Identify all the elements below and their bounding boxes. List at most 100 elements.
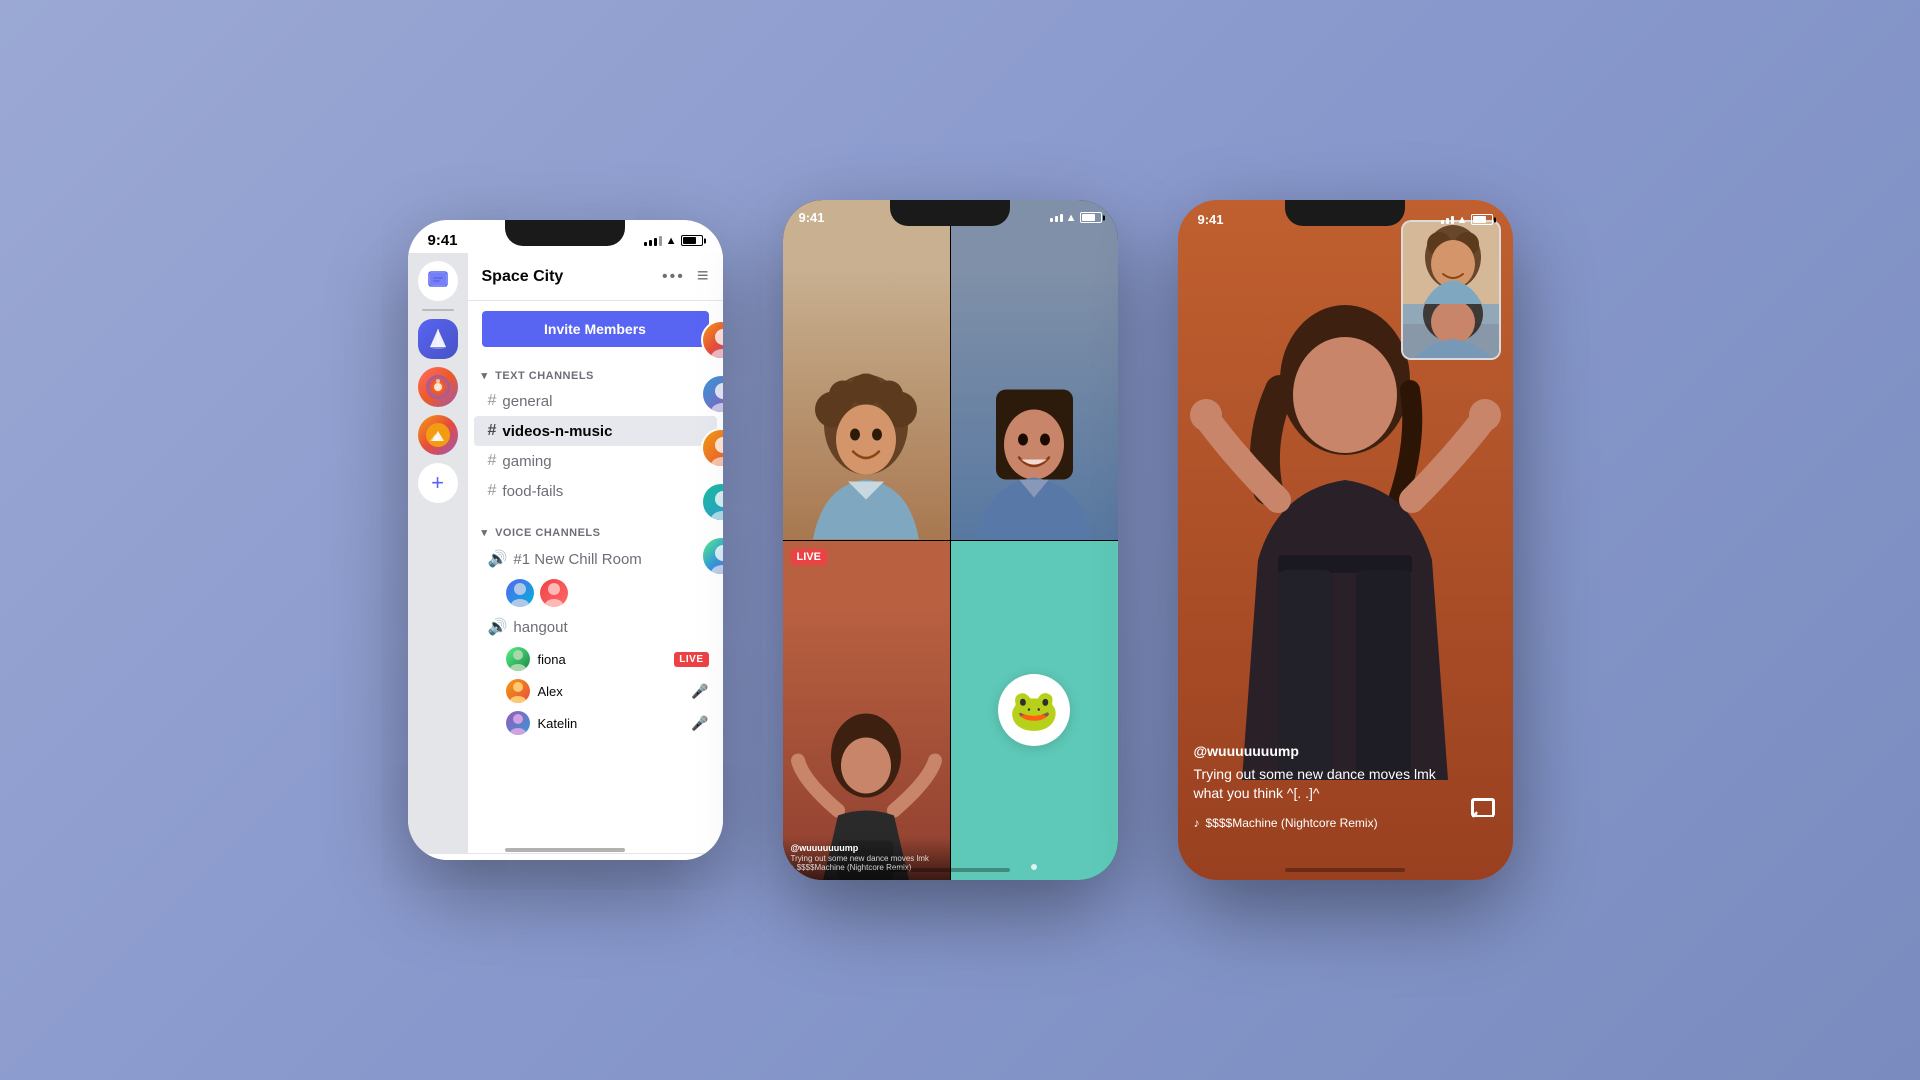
alex-name: Alex	[538, 684, 563, 699]
server-sidebar: +	[408, 253, 468, 853]
channel-hash-icon-2: #	[488, 422, 497, 440]
full-video-bg: 9:41 ▲	[1178, 200, 1513, 880]
video-cell-woman2	[951, 200, 1118, 540]
server-name: Space City	[482, 268, 564, 286]
channel-general-name: general	[502, 393, 552, 410]
p2-bar-1	[1050, 218, 1053, 222]
signal-bar-4	[659, 236, 662, 246]
katelin-info: Katelin	[506, 711, 578, 735]
video-cell-woman1	[783, 200, 950, 540]
phone-3: 9:41 ▲	[1178, 200, 1513, 880]
p3-battery	[1471, 214, 1493, 225]
p2-wifi: ▲	[1066, 212, 1077, 224]
p2-battery-fill	[1082, 214, 1096, 221]
speaker-icon-2: 🔊	[488, 617, 508, 637]
phone-2: 9:41 ▲	[783, 200, 1118, 880]
signal-bars	[644, 236, 662, 246]
p3-battery-fill	[1473, 216, 1487, 223]
wifi-icon: ▲	[666, 235, 677, 247]
member-fiona: fiona LIVE	[468, 643, 723, 675]
phone-1-time: 9:41	[428, 232, 458, 249]
music-note-icon: ♪	[1194, 816, 1200, 830]
channel-hash-icon-3: #	[488, 452, 497, 470]
p3-signal	[1441, 216, 1454, 224]
p3-bar-3	[1451, 216, 1454, 224]
battery-icon	[681, 235, 703, 246]
video-call-grid: LIVE @wuuuuuuump Trying out some new dan…	[783, 200, 1118, 880]
channel-food-fails-name: food-fails	[502, 483, 563, 500]
chill-member-2-avatar	[540, 579, 568, 607]
video-cell-woman3: LIVE @wuuuuuuump Trying out some new dan…	[783, 541, 950, 881]
chill-room-avatars	[468, 575, 723, 611]
phone-3-screen: 9:41 ▲	[1178, 200, 1513, 880]
phone-1: 9:41 ▲	[408, 220, 723, 860]
add-server-button[interactable]: +	[418, 463, 458, 503]
phone-2-home-indicator	[890, 868, 1010, 872]
speaker-icon: 🔊	[488, 549, 508, 569]
alex-avatar	[506, 679, 530, 703]
phone-1-status-icons: ▲	[644, 235, 703, 247]
more-options-icon[interactable]: •••	[662, 268, 685, 286]
p3-bar-1	[1441, 220, 1444, 224]
phone-1-home-indicator	[505, 848, 625, 852]
p2-battery	[1080, 212, 1102, 223]
chill-room-name: #1 New Chill Room	[513, 551, 641, 568]
server-icon-sail[interactable]	[418, 319, 458, 359]
fiona-live-badge: LIVE	[674, 652, 708, 667]
phone-2-time: 9:41	[799, 210, 825, 225]
server-icon-mountain[interactable]	[418, 415, 458, 455]
channel-videos-n-music[interactable]: # videos-n-music	[474, 416, 717, 446]
text-channels-chevron: ▾	[482, 370, 488, 382]
signal-bar-2	[649, 240, 652, 246]
p3-caption: Trying out some new dance moves lmk what…	[1194, 765, 1453, 804]
video-caption-small: Trying out some new dance moves lmk	[791, 854, 942, 863]
phone-3-status-icons: ▲	[1441, 212, 1493, 227]
server-icon-galaxy[interactable]	[418, 367, 458, 407]
text-channels-label: ▾ TEXT CHANNELS	[468, 357, 723, 386]
page-dot-indicator	[1031, 864, 1037, 870]
fiona-info: fiona	[506, 647, 566, 671]
channel-header: Space City ••• ≡	[468, 253, 723, 301]
p3-wifi: ▲	[1457, 214, 1468, 226]
katelin-name: Katelin	[538, 716, 578, 731]
phone-2-signal	[1050, 214, 1063, 222]
p2-bar-3	[1060, 214, 1063, 222]
phones-container: 9:41 ▲	[408, 200, 1513, 880]
phone-3-notch	[1285, 200, 1405, 226]
chat-icon[interactable]	[1469, 796, 1497, 830]
phone-1-screen: 9:41 ▲	[408, 220, 723, 860]
server-divider	[422, 309, 454, 311]
chill-member-1-avatar	[506, 579, 534, 607]
phone-2-status-icons: ▲	[1050, 212, 1102, 224]
phone-1-notch	[505, 220, 625, 246]
hangout-members: fiona LIVE	[468, 643, 723, 739]
direct-messages-icon[interactable]	[418, 261, 458, 301]
hamburger-icon[interactable]: ≡	[697, 265, 709, 288]
frog-avatar: 🐸	[998, 674, 1070, 746]
phone-3-time: 9:41	[1198, 212, 1224, 227]
signal-bar-1	[644, 242, 647, 246]
phone-3-text-overlay: @wuuuuuuump Trying out some new dance mo…	[1194, 743, 1453, 830]
live-badge: LIVE	[791, 549, 827, 565]
discord-layout: +	[408, 253, 723, 853]
phone-2-screen: 9:41 ▲	[783, 200, 1118, 880]
pip-top-video	[1403, 222, 1499, 304]
voice-channels-label: ▾ VOICE CHANNELS	[468, 514, 723, 543]
channel-food-fails[interactable]: # food-fails	[474, 476, 717, 506]
video-username-small: @wuuuuuuump	[791, 843, 942, 853]
channel-gaming[interactable]: # gaming	[474, 446, 717, 476]
katelin-avatar	[506, 711, 530, 735]
member-katelin: Katelin 🎤	[468, 707, 723, 739]
channel-general[interactable]: # general	[474, 386, 717, 416]
invite-members-button[interactable]: Invite Members	[482, 311, 709, 347]
channel-hash-icon: #	[488, 392, 497, 410]
hangout-name: hangout	[513, 619, 567, 636]
signal-bar-3	[654, 238, 657, 246]
p3-bar-2	[1446, 218, 1449, 224]
video-cell-3-overlay: @wuuuuuuump Trying out some new dance mo…	[783, 837, 950, 880]
member-alex: Alex 🎤	[468, 675, 723, 707]
channel-hash-icon-4: #	[488, 482, 497, 500]
voice-channel-hangout[interactable]: 🔊 hangout	[474, 611, 717, 643]
channel-area: Space City ••• ≡ Invite Members ▾ TEXT C…	[468, 253, 723, 853]
voice-channel-chill[interactable]: 🔊 #1 New Chill Room	[474, 543, 717, 575]
